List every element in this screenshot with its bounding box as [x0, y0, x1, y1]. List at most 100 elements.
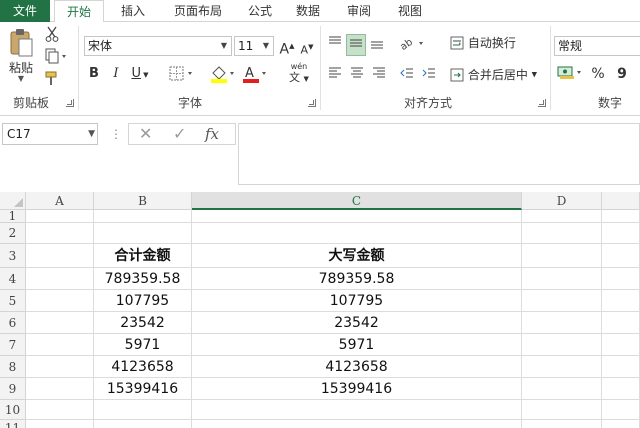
cell-a7[interactable] — [26, 334, 94, 356]
cell-c10[interactable] — [192, 400, 522, 420]
cell-d4[interactable] — [522, 268, 602, 290]
cell-d8[interactable] — [522, 356, 602, 378]
select-all-button[interactable] — [0, 192, 26, 210]
font-color-button[interactable]: A — [240, 64, 270, 86]
cell-e7[interactable] — [602, 334, 640, 356]
name-box[interactable]: C17 ▼ — [2, 123, 98, 145]
tab-review[interactable]: 审阅 — [336, 0, 382, 22]
copy-button[interactable] — [44, 48, 68, 66]
cell-a3[interactable] — [26, 244, 94, 268]
cancel-icon[interactable]: ✕ — [139, 125, 152, 143]
cell-a9[interactable] — [26, 378, 94, 400]
tab-formulas[interactable]: 公式 — [240, 0, 280, 22]
align-left-button[interactable] — [326, 66, 344, 86]
cell-a6[interactable] — [26, 312, 94, 334]
row-header-4[interactable]: 4 — [0, 268, 26, 290]
cell-d3[interactable] — [522, 244, 602, 268]
alignment-dialog-launcher[interactable] — [538, 99, 546, 107]
font-dialog-launcher[interactable] — [308, 99, 316, 107]
number-format-select[interactable]: 常规 — [554, 36, 640, 56]
cell-d1[interactable] — [522, 210, 602, 223]
wrap-text-button[interactable]: 自动换行 — [450, 34, 530, 54]
cell-d5[interactable] — [522, 290, 602, 312]
cell-c3[interactable]: 大写金额 — [192, 244, 522, 268]
phonetic-guide-button[interactable]: wén 文 ▼ — [282, 62, 316, 86]
accounting-format-button[interactable] — [556, 64, 584, 84]
cell-c8[interactable]: 4123658 — [192, 356, 522, 378]
cell-d2[interactable] — [522, 223, 602, 244]
cut-button[interactable] — [44, 26, 60, 44]
decrease-indent-button[interactable] — [398, 66, 416, 86]
align-top-button[interactable] — [326, 34, 344, 54]
cell-d7[interactable] — [522, 334, 602, 356]
tab-page-layout[interactable]: 页面布局 — [162, 0, 234, 22]
cell-d6[interactable] — [522, 312, 602, 334]
row-header-10[interactable]: 10 — [0, 400, 26, 420]
orientation-button[interactable]: ab — [398, 34, 428, 54]
grow-font-button[interactable]: A▲ — [278, 36, 296, 58]
cell-b6[interactable]: 23542 — [94, 312, 192, 334]
tab-file[interactable]: 文件 — [0, 0, 50, 22]
enter-icon[interactable]: ✓ — [173, 125, 186, 143]
cell-a4[interactable] — [26, 268, 94, 290]
cell-b5[interactable]: 107795 — [94, 290, 192, 312]
row-header-1[interactable]: 1 — [0, 210, 26, 223]
more-icon[interactable]: ⋮ — [110, 127, 122, 141]
column-header-c[interactable]: C — [192, 192, 522, 210]
tab-insert[interactable]: 插入 — [110, 0, 156, 22]
font-name-select[interactable]: 宋体 ▼ — [84, 36, 232, 56]
fill-color-button[interactable] — [208, 64, 238, 86]
cell-c7[interactable]: 5971 — [192, 334, 522, 356]
column-header-d[interactable]: D — [522, 192, 602, 210]
cell-a11[interactable] — [26, 420, 94, 428]
cell-b1[interactable] — [94, 210, 192, 223]
cell-e2[interactable] — [602, 223, 640, 244]
tab-data[interactable]: 数据 — [286, 0, 330, 22]
percent-button[interactable]: % — [590, 64, 606, 84]
column-header-a[interactable]: A — [26, 192, 94, 210]
cell-b4[interactable]: 789359.58 — [94, 268, 192, 290]
cell-c2[interactable] — [192, 223, 522, 244]
align-middle-button[interactable] — [346, 34, 366, 56]
row-header-5[interactable]: 5 — [0, 290, 26, 312]
row-header-6[interactable]: 6 — [0, 312, 26, 334]
cell-b7[interactable]: 5971 — [94, 334, 192, 356]
cell-c4[interactable]: 789359.58 — [192, 268, 522, 290]
cell-a10[interactable] — [26, 400, 94, 420]
cell-d10[interactable] — [522, 400, 602, 420]
cell-c5[interactable]: 107795 — [192, 290, 522, 312]
formula-input[interactable] — [238, 123, 640, 185]
cell-a2[interactable] — [26, 223, 94, 244]
cell-b10[interactable] — [94, 400, 192, 420]
font-size-select[interactable]: 11 ▼ — [234, 36, 274, 56]
cell-b2[interactable] — [94, 223, 192, 244]
cell-e1[interactable] — [602, 210, 640, 223]
cell-b11[interactable] — [94, 420, 192, 428]
row-header-2[interactable]: 2 — [0, 223, 26, 244]
align-bottom-button[interactable] — [368, 34, 386, 54]
cell-c1[interactable] — [192, 210, 522, 223]
align-center-button[interactable] — [348, 66, 366, 86]
row-header-3[interactable]: 3 — [0, 244, 26, 268]
cell-e10[interactable] — [602, 400, 640, 420]
tab-view[interactable]: 视图 — [388, 0, 432, 22]
cell-d9[interactable] — [522, 378, 602, 400]
italic-button[interactable]: I — [108, 64, 124, 84]
align-right-button[interactable] — [370, 66, 388, 86]
underline-button[interactable]: U ▼ — [128, 64, 152, 84]
cell-b3[interactable]: 合计金额 — [94, 244, 192, 268]
cell-e3[interactable] — [602, 244, 640, 268]
row-header-8[interactable]: 8 — [0, 356, 26, 378]
merge-center-button[interactable]: 合并后居中 ▼ — [450, 66, 546, 86]
row-header-7[interactable]: 7 — [0, 334, 26, 356]
cell-e6[interactable] — [602, 312, 640, 334]
bold-button[interactable]: B — [86, 64, 102, 84]
cell-c11[interactable] — [192, 420, 522, 428]
paste-button[interactable]: 粘贴 ▼ — [6, 28, 36, 84]
cell-e5[interactable] — [602, 290, 640, 312]
cell-a1[interactable] — [26, 210, 94, 223]
cell-c6[interactable]: 23542 — [192, 312, 522, 334]
cell-b8[interactable]: 4123658 — [94, 356, 192, 378]
fx-icon[interactable]: fx — [205, 124, 219, 144]
comma-style-button[interactable]: 9 — [614, 64, 630, 84]
